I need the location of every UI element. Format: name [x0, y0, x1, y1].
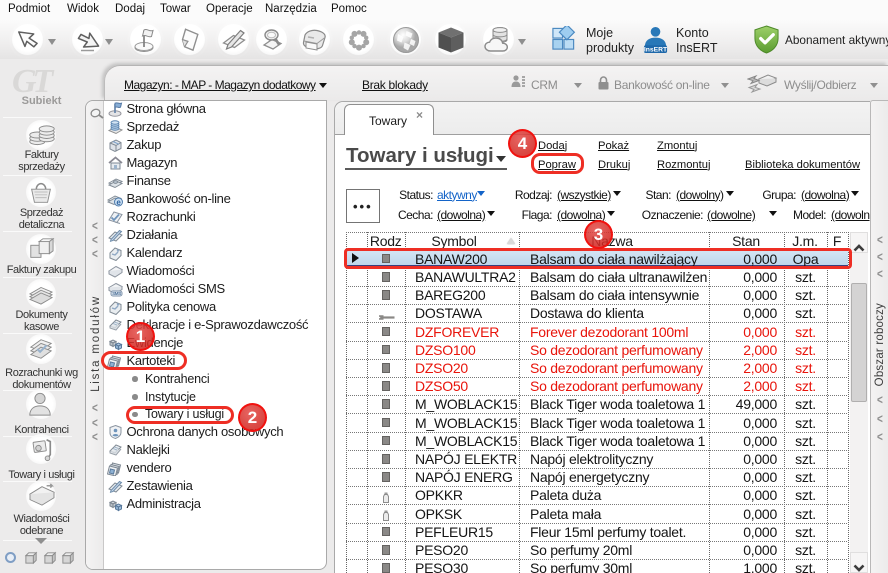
svg-text:InsERT: InsERT	[644, 47, 668, 54]
svg-text:SMS: SMS	[112, 291, 121, 296]
